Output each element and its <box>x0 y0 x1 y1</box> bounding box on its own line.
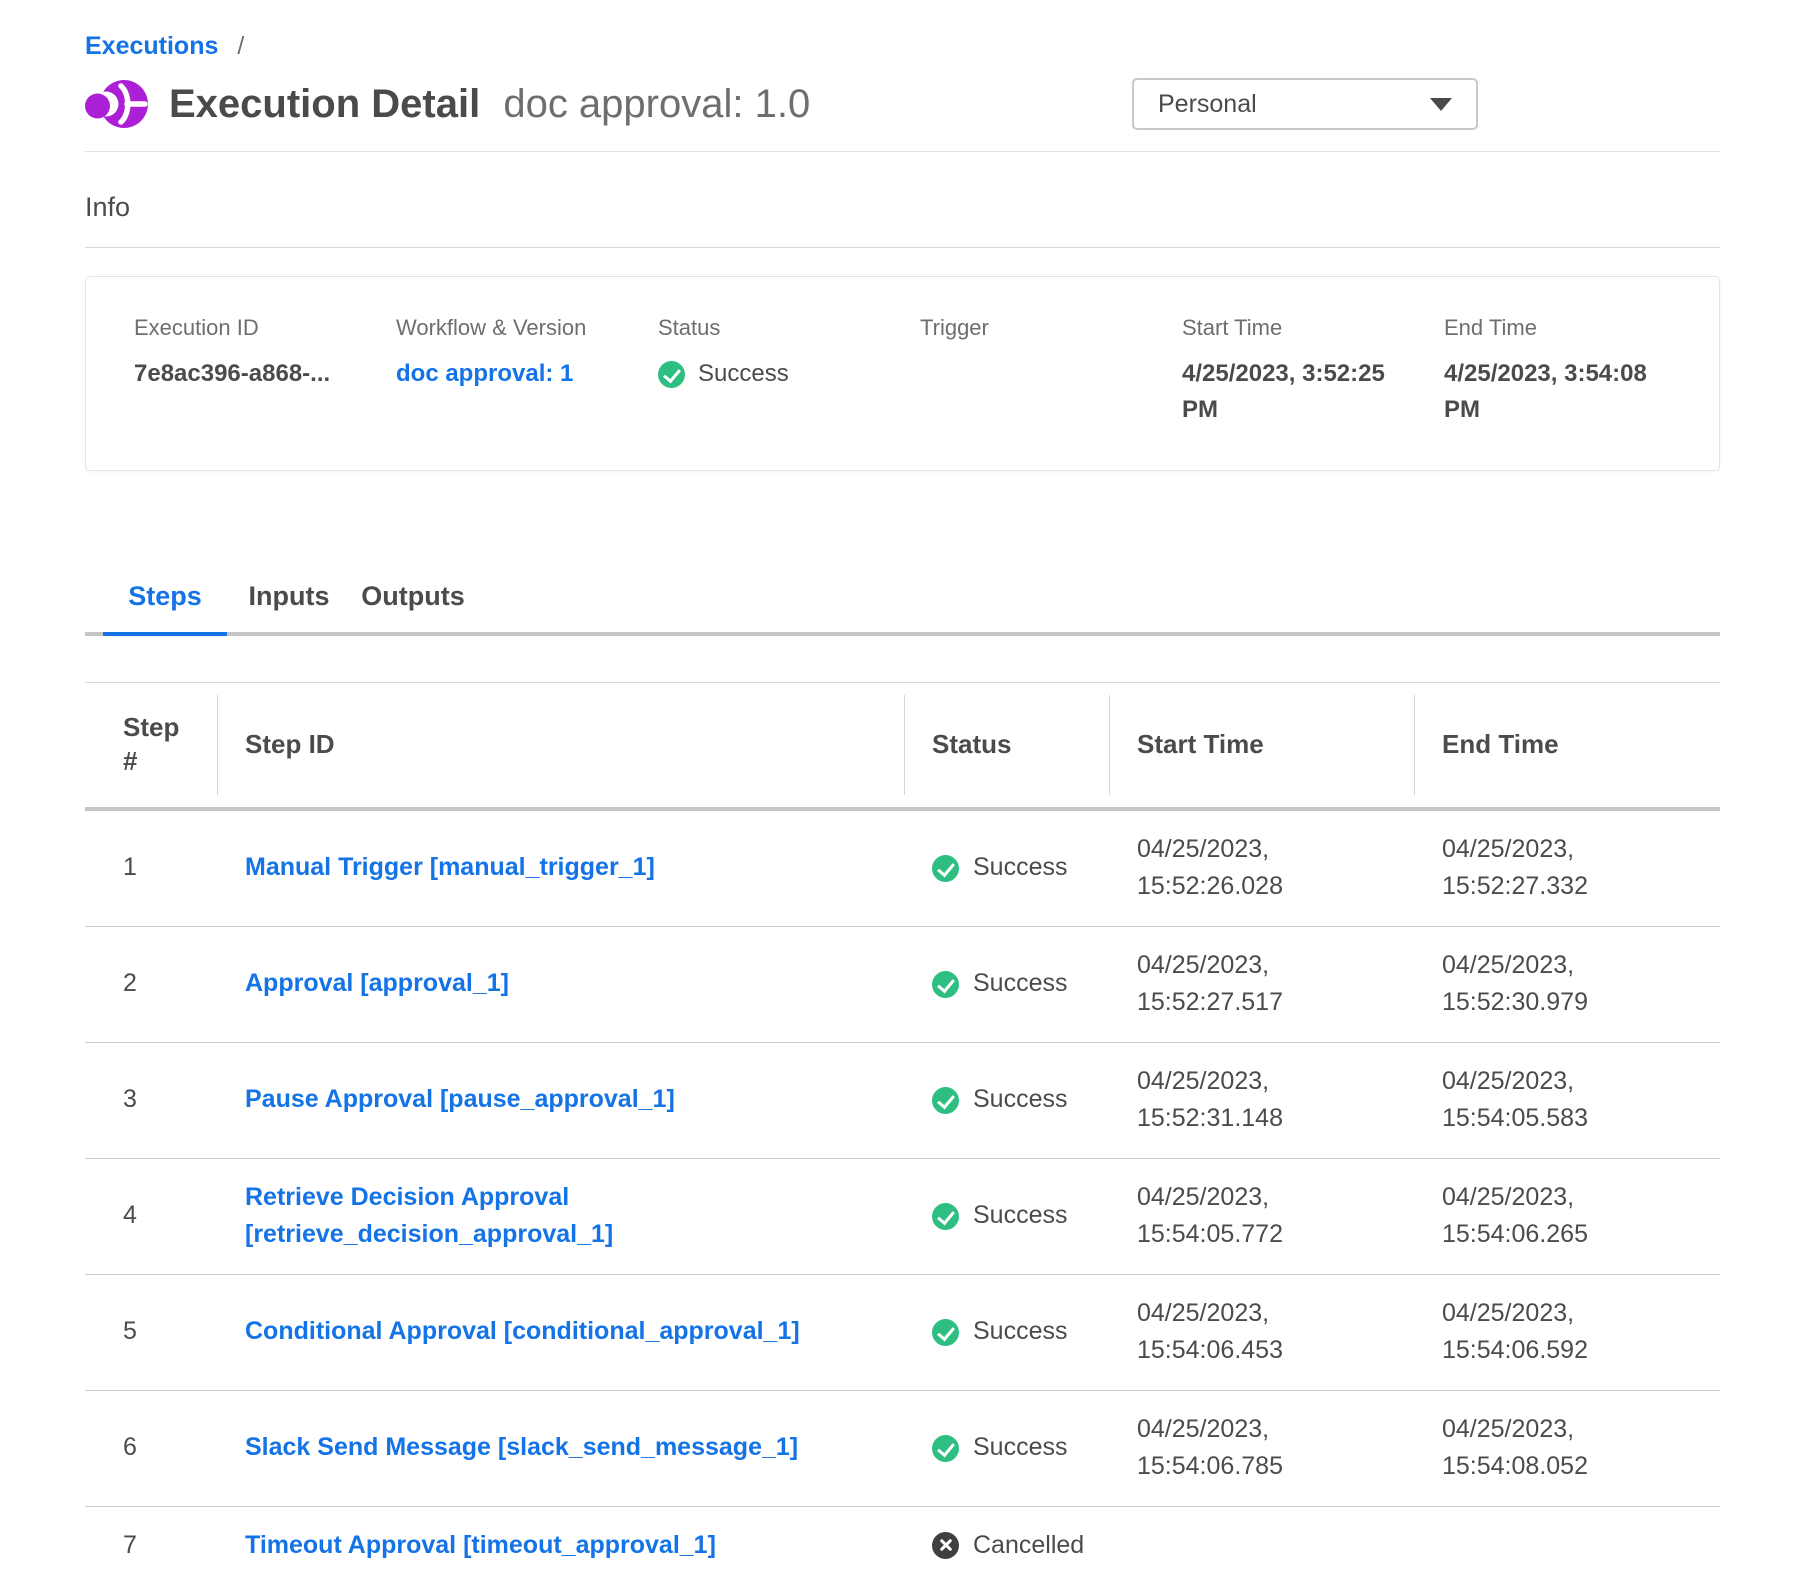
workflow-name-version: doc approval: 1.0 <box>503 82 810 126</box>
step-start-time: 04/25/2023, 15:54:05.772 <box>1110 1158 1415 1274</box>
step-id-link[interactable]: Approval [approval_1] <box>245 965 509 1003</box>
step-end-time: 04/25/2023, 15:54:06.592 <box>1415 1274 1720 1390</box>
step-number: 3 <box>85 1042 218 1158</box>
breadcrumb-executions-link[interactable]: Executions <box>85 32 218 60</box>
steps-table: Step # Step ID Status Start Time End Tim… <box>85 682 1720 1582</box>
info-field-end-time: End Time 4/25/2023, 3:54:08 PM <box>1444 315 1706 428</box>
divider <box>85 151 1720 152</box>
field-label: End Time <box>1444 315 1678 341</box>
step-end-time: 04/25/2023, 15:54:08.052 <box>1415 1390 1720 1506</box>
step-id-link[interactable]: Conditional Approval [conditional_approv… <box>245 1313 800 1351</box>
step-start-time: 04/25/2023, 15:54:06.785 <box>1110 1390 1415 1506</box>
check-circle-icon <box>932 855 959 882</box>
field-label: Trigger <box>920 315 1154 341</box>
table-row: 7 Timeout Approval [timeout_approval_1] … <box>85 1506 1720 1582</box>
info-card: Execution ID 7e8ac396-a868-... Workflow … <box>85 276 1720 471</box>
workflow-logo-icon <box>85 75 149 133</box>
info-field-execution-id: Execution ID 7e8ac396-a868-... <box>134 315 396 428</box>
table-row: 5 Conditional Approval [conditional_appr… <box>85 1274 1720 1390</box>
step-end-time <box>1415 1506 1720 1582</box>
step-id-link[interactable]: Timeout Approval [timeout_approval_1] <box>245 1527 716 1565</box>
step-start-time: 04/25/2023, 15:52:31.148 <box>1110 1042 1415 1158</box>
tab-outputs[interactable]: Outputs <box>351 581 475 636</box>
workflow-version-link[interactable]: doc approval: 1 <box>396 360 573 387</box>
check-circle-icon <box>932 1319 959 1346</box>
step-number: 6 <box>85 1390 218 1506</box>
column-header-step-num: Step # <box>85 683 218 809</box>
end-time-value: 4/25/2023, 3:54:08 PM <box>1444 356 1678 428</box>
status-label: Cancelled <box>973 1527 1084 1565</box>
step-start-time: 04/25/2023, 15:54:06.453 <box>1110 1274 1415 1390</box>
status-label: Success <box>973 965 1067 1003</box>
scope-dropdown[interactable]: Personal <box>1132 78 1478 130</box>
status-label: Success <box>973 1197 1067 1235</box>
check-circle-icon <box>932 971 959 998</box>
status-label: Success <box>973 1081 1067 1119</box>
execution-id-value: 7e8ac396-a868-... <box>134 356 368 392</box>
breadcrumb-separator: / <box>237 32 244 60</box>
field-label: Execution ID <box>134 315 368 341</box>
check-circle-icon <box>932 1087 959 1114</box>
status-label: Success <box>973 1429 1067 1467</box>
scope-dropdown-value: Personal <box>1158 90 1257 119</box>
table-header-row: Step # Step ID Status Start Time End Tim… <box>85 683 1720 809</box>
info-section-title: Info <box>85 192 1720 223</box>
check-circle-icon <box>932 1203 959 1230</box>
step-start-time: 04/25/2023, 15:52:26.028 <box>1110 809 1415 927</box>
step-start-time: 04/25/2023, 15:52:27.517 <box>1110 926 1415 1042</box>
info-field-status: Status Success <box>658 315 920 428</box>
field-label: Workflow & Version <box>396 315 630 341</box>
step-number: 7 <box>85 1506 218 1582</box>
table-row: 1 Manual Trigger [manual_trigger_1] Succ… <box>85 809 1720 927</box>
execution-detail-page: Executions / Execution Detail doc approv… <box>0 0 1808 1582</box>
title-row: Execution Detail doc approval: 1.0 Perso… <box>85 75 1720 133</box>
info-field-workflow-version: Workflow & Version doc approval: 1 <box>396 315 658 428</box>
step-id-link[interactable]: Manual Trigger [manual_trigger_1] <box>245 849 655 887</box>
page-title-main: Execution Detail <box>169 82 480 126</box>
step-start-time <box>1110 1506 1415 1582</box>
step-number: 4 <box>85 1158 218 1274</box>
check-circle-icon <box>658 361 685 388</box>
divider <box>85 247 1720 248</box>
status-label: Success <box>973 1313 1067 1351</box>
table-row: 2 Approval [approval_1] Success 04/25/20… <box>85 926 1720 1042</box>
check-circle-icon <box>932 1435 959 1462</box>
step-end-time: 04/25/2023, 15:52:30.979 <box>1415 926 1720 1042</box>
column-header-step-id: Step ID <box>218 683 905 809</box>
breadcrumb: Executions / <box>85 0 1720 61</box>
step-id-link[interactable]: Pause Approval [pause_approval_1] <box>245 1081 675 1119</box>
info-field-start-time: Start Time 4/25/2023, 3:52:25 PM <box>1182 315 1444 428</box>
column-header-status: Status <box>905 683 1110 809</box>
field-label: Status <box>658 315 892 341</box>
tab-steps[interactable]: Steps <box>103 581 227 636</box>
page-title: Execution Detail doc approval: 1.0 <box>169 82 810 127</box>
column-header-start-time: Start Time <box>1110 683 1415 809</box>
table-row: 4 Retrieve Decision Approval [retrieve_d… <box>85 1158 1720 1274</box>
step-number: 5 <box>85 1274 218 1390</box>
step-end-time: 04/25/2023, 15:52:27.332 <box>1415 809 1720 927</box>
step-id-link[interactable]: Retrieve Decision Approval [retrieve_dec… <box>245 1179 885 1254</box>
step-id-link[interactable]: Slack Send Message [slack_send_message_1… <box>245 1429 798 1467</box>
info-field-trigger: Trigger <box>920 315 1182 428</box>
status-label: Success <box>973 849 1067 887</box>
field-label: Start Time <box>1182 315 1416 341</box>
execution-status-label: Success <box>698 356 789 392</box>
step-end-time: 04/25/2023, 15:54:05.583 <box>1415 1042 1720 1158</box>
tab-inputs[interactable]: Inputs <box>227 581 351 636</box>
x-circle-icon <box>932 1532 959 1559</box>
table-row: 6 Slack Send Message [slack_send_message… <box>85 1390 1720 1506</box>
step-number: 1 <box>85 809 218 927</box>
column-header-end-time: End Time <box>1415 683 1720 809</box>
chevron-down-icon <box>1430 98 1452 111</box>
step-number: 2 <box>85 926 218 1042</box>
start-time-value: 4/25/2023, 3:52:25 PM <box>1182 356 1416 428</box>
table-row: 3 Pause Approval [pause_approval_1] Succ… <box>85 1042 1720 1158</box>
tabs: Steps Inputs Outputs <box>85 581 1720 636</box>
step-end-time: 04/25/2023, 15:54:06.265 <box>1415 1158 1720 1274</box>
